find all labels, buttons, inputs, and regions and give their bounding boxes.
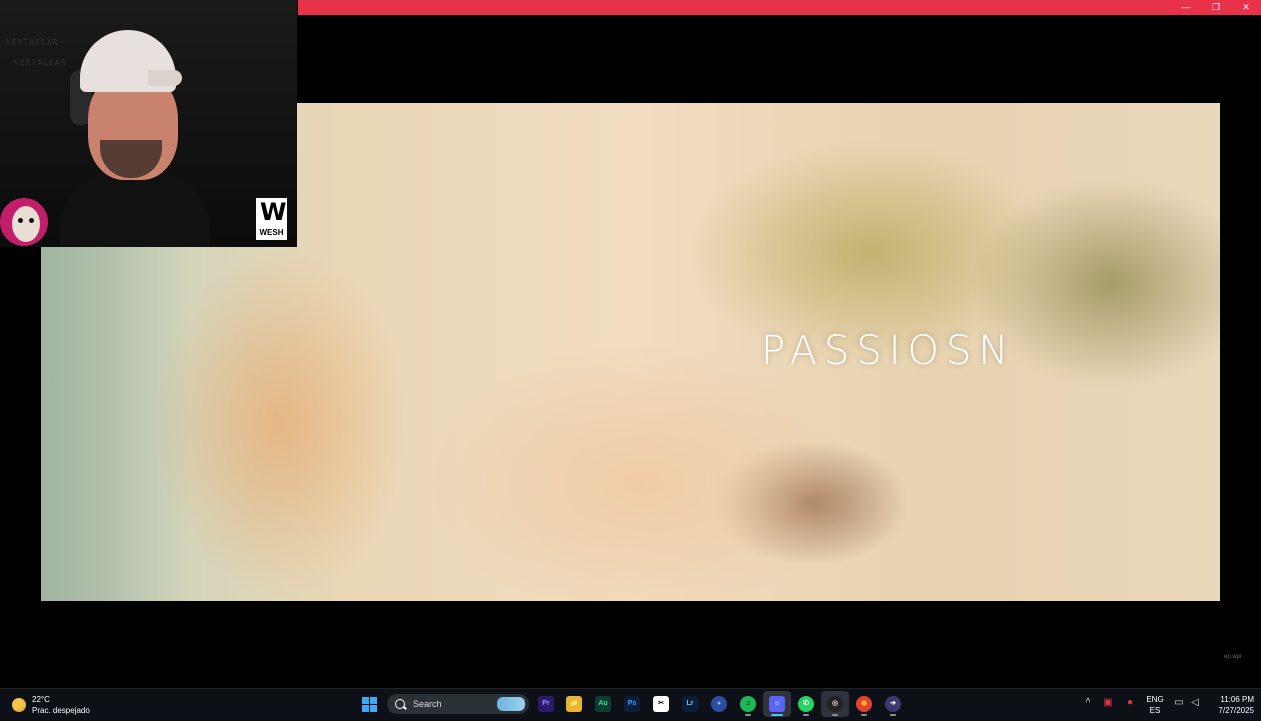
weather-temperature: 22°C xyxy=(32,695,50,704)
taskbar-discord-icon[interactable]: ☺ xyxy=(769,696,785,712)
taskbar-running-indicator xyxy=(745,714,751,716)
taskbar-running-indicator xyxy=(861,714,867,716)
video-corner-mark: ep.wpr xyxy=(1224,654,1243,660)
clock-date: 7/27/2025 xyxy=(1218,706,1254,715)
streamer-cap-brim xyxy=(148,70,182,86)
taskbar-running-indicator xyxy=(890,714,896,716)
search-highlight-art-icon xyxy=(497,697,525,711)
volume-icon[interactable]: ◁ xyxy=(1189,697,1201,709)
taskbar-orb-app-icon[interactable]: ● xyxy=(711,696,727,712)
wesh-logo: W WESH xyxy=(256,198,287,240)
webcam-bg-text: VERTAGEAR xyxy=(6,38,59,47)
streamer-body xyxy=(60,170,210,247)
language-secondary: ES xyxy=(1149,706,1161,715)
taskbar-whatsapp-icon[interactable]: ✆ xyxy=(798,696,814,712)
taskbar-audition-icon[interactable]: Au xyxy=(595,696,611,712)
search-label: Search xyxy=(413,699,442,709)
taskbar-search-box[interactable]: Search xyxy=(387,694,529,714)
taskbar-photoshop-icon[interactable]: Ps xyxy=(624,696,640,712)
taskbar-running-indicator xyxy=(832,714,838,716)
maximize-button[interactable]: ❐ xyxy=(1201,0,1231,15)
video-title-text: PASSIOSN xyxy=(761,328,1016,374)
taskbar-lightroom-icon[interactable]: Lr xyxy=(682,696,698,712)
logo-text: WESH xyxy=(259,228,284,237)
webcam-bg-text: VERTAGEAR xyxy=(14,58,67,67)
taskbar-capcut-icon[interactable]: ✂ xyxy=(653,696,669,712)
windows-logo-icon xyxy=(370,705,377,712)
taskbar-file-explorer-icon[interactable]: 📁 xyxy=(566,696,582,712)
taskbar-arrow-app-icon[interactable]: ➔ xyxy=(885,696,901,712)
taskbar-spotify-icon[interactable]: ♫ xyxy=(740,696,756,712)
windows-logo-icon xyxy=(370,697,377,704)
language-indicator[interactable]: ENG ES xyxy=(1145,694,1165,716)
language-primary: ENG xyxy=(1146,695,1164,704)
webcam-overlay: VERTAGEAR VERTAGEAR W WESH xyxy=(0,0,297,247)
dog-avatar xyxy=(0,198,48,246)
show-hidden-icons-chevron[interactable]: ^ xyxy=(1082,697,1094,709)
tray-app-icon[interactable]: ▣ xyxy=(1102,697,1114,709)
start-button[interactable] xyxy=(362,697,377,712)
windows-logo-icon xyxy=(362,697,369,704)
microphone-icon[interactable]: ● xyxy=(1124,697,1136,709)
window-title-bar[interactable]: — ❐ ✕ xyxy=(298,0,1261,15)
clock-time: 11:06 PM xyxy=(1220,695,1254,704)
minimize-button[interactable]: — xyxy=(1171,0,1201,15)
search-icon xyxy=(395,699,405,709)
taskbar-chrome-icon[interactable]: ◉ xyxy=(856,696,872,712)
windows-logo-icon xyxy=(362,705,369,712)
taskbar-premiere-pro-icon[interactable]: Pr xyxy=(538,696,554,712)
close-button[interactable]: ✕ xyxy=(1231,0,1261,15)
taskbar-obs-icon[interactable]: ◎ xyxy=(827,696,843,712)
weather-icon xyxy=(12,698,26,712)
weather-condition: Prac. despejado xyxy=(32,706,90,715)
dog-eye xyxy=(18,218,23,223)
dog-eye xyxy=(29,218,34,223)
logo-letter: W xyxy=(260,198,287,226)
network-icon[interactable]: ▭ xyxy=(1173,697,1185,709)
weather-widget[interactable]: 22°C Prac. despejado xyxy=(12,694,90,716)
dog-face xyxy=(12,206,40,242)
taskbar-clock[interactable]: 11:06 PM 7/27/2025 xyxy=(1208,694,1254,716)
taskbar-running-indicator xyxy=(803,714,809,716)
taskbar-running-indicator xyxy=(771,714,783,716)
